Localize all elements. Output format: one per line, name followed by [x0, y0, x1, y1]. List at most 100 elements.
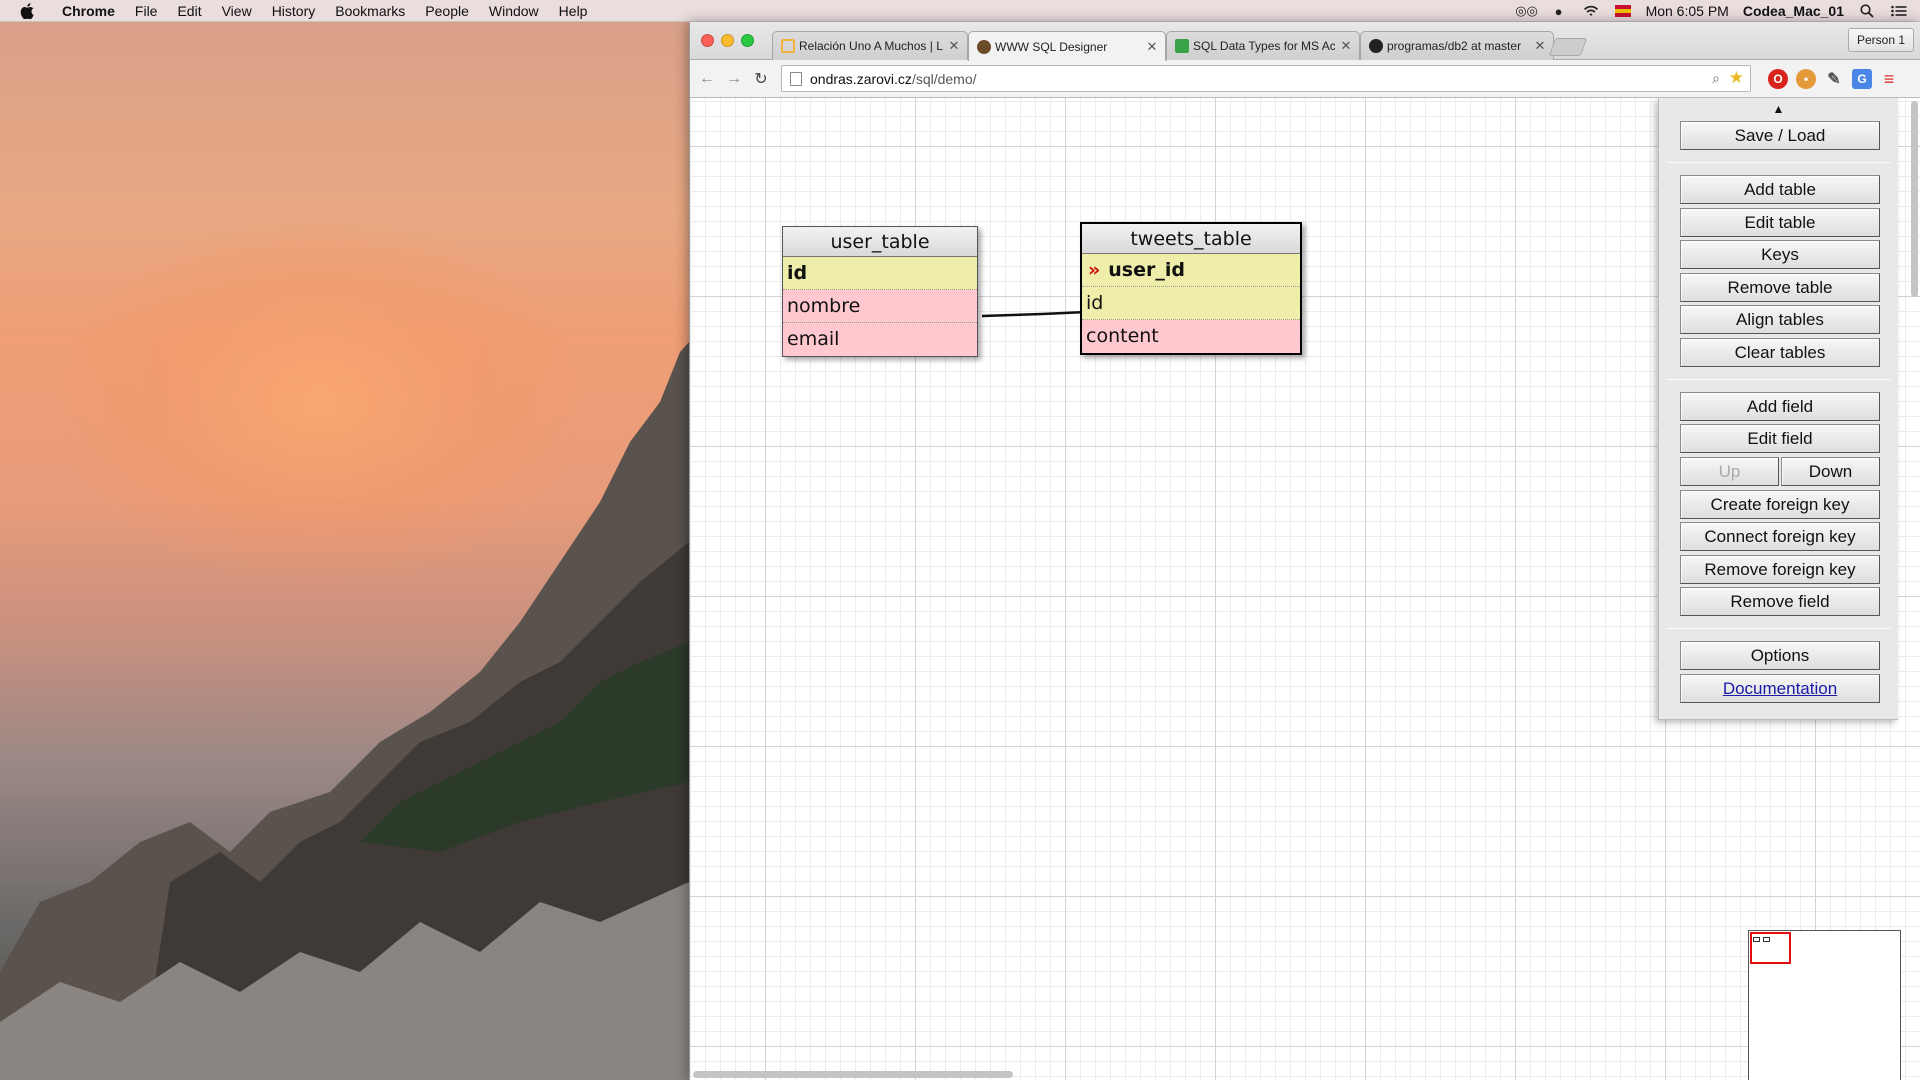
menu-help[interactable]: Help: [549, 3, 598, 19]
menubar-clock[interactable]: Mon 6:05 PM: [1646, 3, 1729, 19]
remove-table-button[interactable]: Remove table: [1680, 273, 1880, 302]
field-label: id: [787, 262, 808, 284]
window-zoom-button[interactable]: [741, 34, 754, 47]
menubar-user[interactable]: Codea_Mac_01: [1743, 3, 1844, 19]
tab-relacion[interactable]: Relación Uno A Muchos | L ✕: [772, 31, 968, 60]
eyedropper-extension-icon[interactable]: ✎: [1824, 69, 1844, 89]
divider: [1667, 162, 1891, 163]
edit-table-button[interactable]: Edit table: [1680, 208, 1880, 237]
tab-close-icon[interactable]: ✕: [947, 38, 961, 54]
field-label: nombre: [787, 295, 861, 317]
field-label: user_id: [1108, 259, 1185, 281]
tab-programas-db2[interactable]: programas/db2 at master ✕: [1360, 31, 1554, 60]
tab-close-icon[interactable]: ✕: [1145, 39, 1159, 55]
clear-tables-button[interactable]: Clear tables: [1680, 338, 1880, 367]
browser-toolbar: ← → ↻ ondras.zarovi.cz/sql/demo/ ⌕ ★ O •…: [690, 60, 1920, 98]
back-arrow-icon[interactable]: ←: [697, 69, 717, 89]
menu-bookmarks[interactable]: Bookmarks: [325, 3, 415, 19]
favicon-icon: [1175, 39, 1189, 53]
cookie-extension-icon[interactable]: •: [1796, 69, 1816, 89]
designer-control-panel: ▲ Save / Load Add table Edit table Keys …: [1658, 98, 1898, 720]
table-field-row[interactable]: email: [783, 323, 977, 356]
window-close-button[interactable]: [701, 34, 714, 47]
address-bar[interactable]: ondras.zarovi.cz/sql/demo/ ⌕ ★: [781, 65, 1751, 92]
tab-title: SQL Data Types for MS Ac: [1193, 39, 1335, 53]
menu-history[interactable]: History: [262, 3, 326, 19]
minimap[interactable]: [1748, 930, 1901, 1080]
tab-close-icon[interactable]: ✕: [1533, 38, 1547, 54]
tab-www-sql-designer[interactable]: WWW SQL Designer ✕: [968, 31, 1166, 61]
reload-icon[interactable]: ↻: [751, 69, 771, 89]
menu-view[interactable]: View: [212, 3, 262, 19]
create-foreign-key-button[interactable]: Create foreign key: [1680, 490, 1880, 519]
field-label: content: [1086, 325, 1159, 347]
add-field-button[interactable]: Add field: [1680, 392, 1880, 421]
connect-foreign-key-button[interactable]: Connect foreign key: [1680, 522, 1880, 551]
move-field-up-button[interactable]: Up: [1680, 457, 1779, 486]
options-button[interactable]: Options: [1680, 641, 1880, 670]
remove-foreign-key-button[interactable]: Remove foreign key: [1680, 555, 1880, 584]
field-label: id: [1086, 292, 1104, 314]
apple-logo-icon[interactable]: [18, 2, 36, 20]
wallpaper-mountains: [0, 342, 689, 1080]
documentation-link[interactable]: Documentation: [1680, 674, 1880, 703]
db-table-user-table[interactable]: user_table id nombre email: [782, 226, 978, 357]
chrome-window: Relación Uno A Muchos | L ✕ WWW SQL Desi…: [689, 22, 1920, 1080]
profile-button[interactable]: Person 1: [1847, 28, 1914, 52]
forward-arrow-icon[interactable]: →: [724, 69, 744, 89]
table-name[interactable]: tweets_table: [1082, 224, 1300, 254]
db-table-tweets-table[interactable]: tweets_table » user_id id content: [1080, 222, 1302, 355]
favicon-icon: [977, 39, 991, 54]
table-field-row[interactable]: id: [1082, 287, 1300, 320]
tab-sql-data-types[interactable]: SQL Data Types for MS Ac ✕: [1166, 31, 1360, 60]
minimap-table: [1763, 937, 1770, 942]
table-field-row[interactable]: id: [783, 257, 977, 290]
tab-title: Relación Uno A Muchos | L: [799, 39, 943, 53]
evernote-icon[interactable]: ●: [1550, 3, 1568, 19]
designer-canvas[interactable]: user_table id nombre email tweets_table …: [690, 98, 1920, 1080]
spotlight-search-icon[interactable]: [1858, 3, 1876, 19]
url-host: ondras.zarovi.cz: [810, 70, 912, 87]
field-label: email: [787, 328, 840, 350]
tab-strip: Relación Uno A Muchos | L ✕ WWW SQL Desi…: [690, 22, 1920, 61]
tab-title: programas/db2 at master: [1387, 39, 1522, 53]
chrome-menu-icon[interactable]: ≡: [1880, 69, 1898, 89]
glasses-icon[interactable]: ◎◎: [1515, 3, 1538, 19]
zoom-icon[interactable]: ⌕: [1712, 70, 1720, 87]
keys-button[interactable]: Keys: [1680, 240, 1880, 269]
menu-people[interactable]: People: [415, 3, 479, 19]
macos-menu-bar: Chrome File Edit View History Bookmarks …: [0, 0, 1920, 22]
foreign-key-arrow-icon: »: [1088, 259, 1101, 281]
tab-title: WWW SQL Designer: [995, 39, 1108, 54]
save-load-button[interactable]: Save / Load: [1680, 121, 1880, 150]
menu-file[interactable]: File: [125, 3, 168, 19]
vertical-scrollbar[interactable]: [1911, 101, 1918, 297]
add-table-button[interactable]: Add table: [1680, 175, 1880, 204]
opera-extension-icon[interactable]: O: [1768, 69, 1788, 89]
url-path: /sql/demo/: [911, 70, 977, 87]
minimap-table: [1753, 937, 1760, 942]
window-minimize-button[interactable]: [721, 34, 734, 47]
bookmark-star-icon[interactable]: ★: [1729, 68, 1744, 88]
input-flag-icon[interactable]: [1614, 3, 1632, 19]
edit-field-button[interactable]: Edit field: [1680, 424, 1880, 453]
tab-close-icon[interactable]: ✕: [1339, 38, 1353, 54]
align-tables-button[interactable]: Align tables: [1680, 305, 1880, 334]
table-field-row[interactable]: » user_id: [1082, 254, 1300, 287]
table-field-row[interactable]: content: [1082, 320, 1300, 353]
translate-extension-icon[interactable]: G: [1852, 69, 1872, 89]
remove-field-button[interactable]: Remove field: [1680, 587, 1880, 616]
menu-window[interactable]: Window: [479, 3, 549, 19]
table-name[interactable]: user_table: [783, 227, 977, 257]
wifi-icon[interactable]: [1582, 3, 1600, 19]
github-icon: [1369, 39, 1383, 53]
divider: [1667, 379, 1891, 380]
move-field-down-button[interactable]: Down: [1781, 457, 1880, 486]
horizontal-scrollbar[interactable]: [693, 1071, 1013, 1078]
notification-center-icon[interactable]: [1890, 3, 1908, 19]
triangle-up-icon[interactable]: ▲: [1659, 102, 1898, 116]
table-field-row[interactable]: nombre: [783, 290, 977, 323]
menu-edit[interactable]: Edit: [167, 3, 211, 19]
menu-app-name[interactable]: Chrome: [52, 3, 125, 19]
new-tab-button[interactable]: [1548, 38, 1588, 56]
